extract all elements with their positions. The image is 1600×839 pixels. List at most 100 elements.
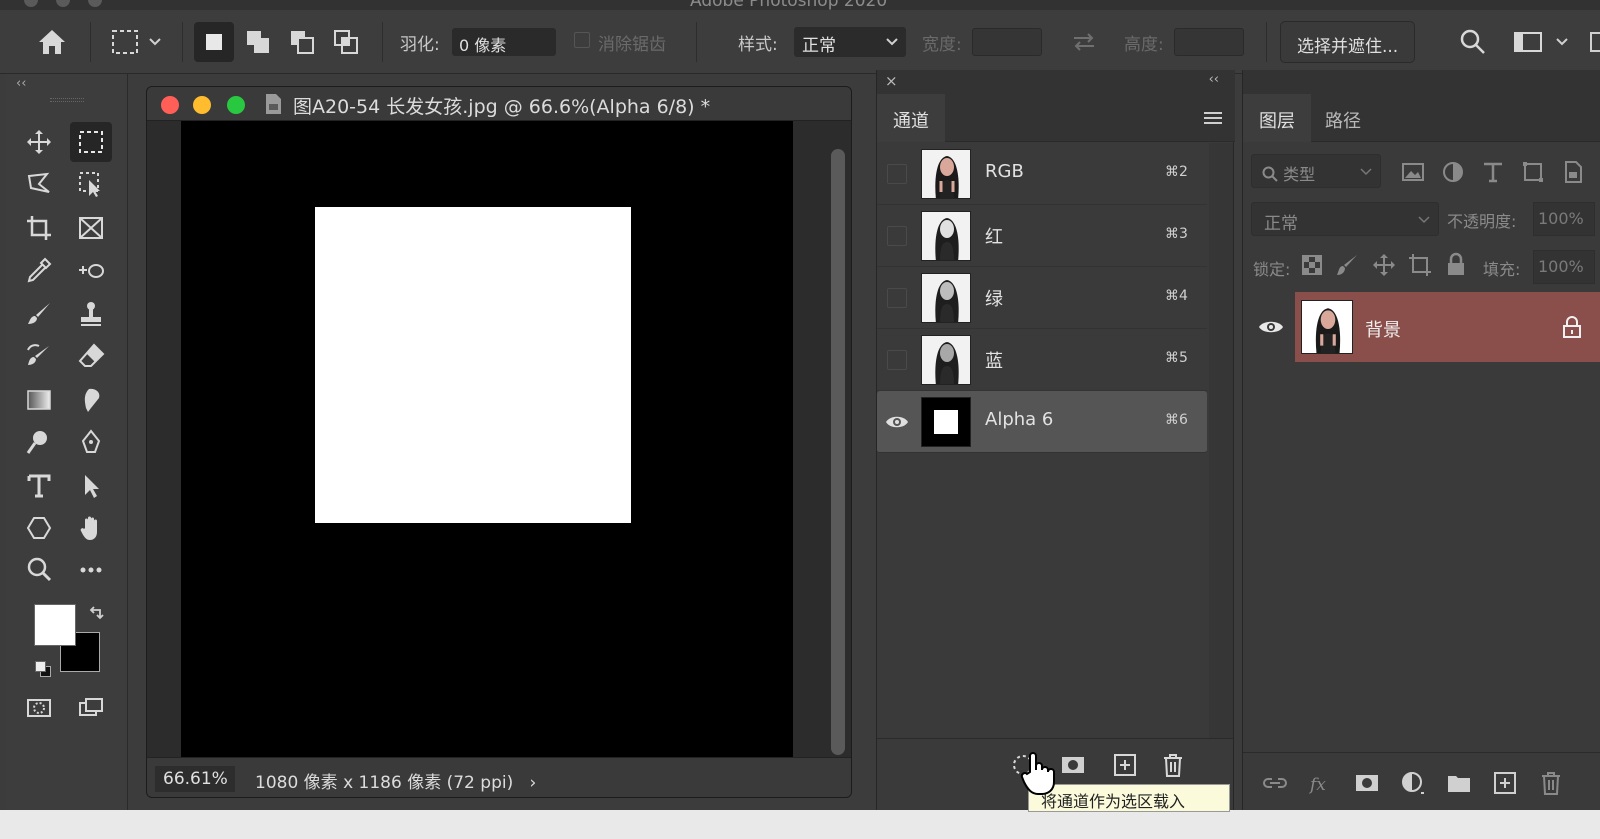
crop-tool[interactable] [18, 208, 60, 248]
visibility-toggle[interactable] [887, 350, 907, 370]
smart-object-filter-icon[interactable] [1561, 160, 1585, 184]
fill-input[interactable]: 100% [1533, 250, 1595, 284]
more-tools[interactable] [70, 550, 112, 590]
antialias-checkbox[interactable] [574, 32, 590, 48]
eyedropper-tool[interactable] [18, 250, 60, 290]
eye-icon[interactable] [884, 411, 910, 433]
visibility-toggle[interactable] [887, 288, 907, 308]
layer-row-background[interactable]: 背景 [1243, 292, 1600, 362]
share-icon[interactable] [1590, 32, 1600, 52]
channels-scrollbar[interactable] [1209, 143, 1233, 783]
save-selection-icon[interactable] [1059, 751, 1087, 779]
intersect-selection-button[interactable] [326, 22, 366, 62]
zoom-window-button[interactable] [88, 0, 102, 7]
doc-close-button[interactable] [161, 96, 179, 114]
move-tool[interactable] [18, 122, 60, 162]
select-and-mask-button[interactable]: 选择并遮住... [1280, 21, 1416, 63]
document-info[interactable]: 1080 像素 x 1186 像素 (72 ppi) › [255, 768, 536, 793]
marquee-preset-picker[interactable] [104, 24, 168, 60]
document-tab[interactable]: 图A20-54 长发女孩.jpg @ 66.6%(Alpha 6/8) * [147, 87, 851, 121]
lock-transparent-icon[interactable] [1299, 252, 1325, 278]
zoom-tool[interactable] [18, 550, 60, 590]
path-selection-tool[interactable] [70, 466, 112, 506]
swap-colors-icon[interactable] [88, 604, 106, 622]
hand-tool[interactable] [70, 508, 112, 548]
tab-layers[interactable]: 图层 [1243, 94, 1311, 142]
close-window-button[interactable] [24, 0, 38, 7]
object-selection-tool[interactable] [70, 164, 112, 204]
eraser-tool[interactable] [70, 336, 112, 376]
home-button[interactable] [32, 24, 72, 60]
smudge-tool[interactable] [70, 380, 112, 420]
pen-tool[interactable] [70, 422, 112, 462]
doc-zoom-button[interactable] [227, 96, 245, 114]
doc-minimize-button[interactable] [193, 96, 211, 114]
foreground-color-swatch[interactable] [34, 604, 76, 646]
tab-paths[interactable]: 路径 [1309, 94, 1377, 142]
lock-position-icon[interactable] [1371, 252, 1397, 278]
tools-grip[interactable] [50, 98, 84, 102]
style-select[interactable]: 正常 [794, 27, 906, 57]
gradient-tool[interactable] [18, 380, 60, 420]
minimize-window-button[interactable] [56, 0, 70, 7]
zoom-level-field[interactable]: 66.61% [155, 766, 235, 792]
scroll-thumb[interactable] [831, 149, 845, 755]
shape-tool[interactable] [18, 508, 60, 548]
tab-channels[interactable]: 通道 [877, 94, 945, 142]
eye-icon[interactable] [1257, 316, 1285, 338]
spot-healing-tool[interactable] [70, 250, 112, 290]
panel-menu-icon[interactable] [1203, 110, 1223, 126]
new-channel-icon[interactable] [1111, 751, 1139, 779]
visibility-toggle[interactable] [887, 164, 907, 184]
lock-artboard-icon[interactable] [1407, 252, 1433, 278]
lock-pixels-icon[interactable] [1335, 252, 1361, 278]
type-filter-icon[interactable] [1481, 160, 1505, 184]
tools-collapse-button[interactable]: ‹‹ [16, 76, 26, 91]
channel-row-rgb[interactable]: RGB ⌘2 [877, 143, 1207, 205]
width-input[interactable] [972, 28, 1042, 56]
trash-icon[interactable] [1159, 751, 1187, 779]
link-layers-icon[interactable] [1261, 769, 1289, 797]
lock-all-icon[interactable] [1443, 252, 1469, 278]
opacity-input[interactable]: 100% [1533, 202, 1595, 236]
adjustment-layer-icon[interactable] [1399, 769, 1427, 797]
canvas[interactable] [181, 121, 793, 757]
folder-icon[interactable] [1445, 769, 1473, 797]
clone-stamp-tool[interactable] [70, 294, 112, 334]
document-vertical-scrollbar[interactable] [829, 121, 845, 757]
adjustment-filter-icon[interactable] [1441, 160, 1465, 184]
layer-filter-select[interactable]: 类型 [1251, 154, 1381, 188]
blend-mode-select[interactable]: 正常 [1251, 202, 1439, 236]
trash-icon[interactable] [1537, 769, 1565, 797]
height-input[interactable] [1174, 28, 1244, 56]
shape-filter-icon[interactable] [1521, 160, 1545, 184]
add-selection-button[interactable] [238, 22, 278, 62]
collapse-icon[interactable]: ‹‹ [1209, 72, 1219, 87]
workspace-switcher[interactable] [1506, 26, 1576, 58]
default-colors-button[interactable] [34, 660, 52, 678]
feather-input[interactable]: 0 像素 [452, 28, 556, 56]
history-brush-tool[interactable] [18, 336, 60, 376]
fx-icon[interactable]: fx [1307, 769, 1335, 797]
search-button[interactable] [1456, 26, 1490, 58]
subtract-selection-button[interactable] [282, 22, 322, 62]
type-tool[interactable] [18, 466, 60, 506]
visibility-toggle[interactable] [887, 226, 907, 246]
frame-tool[interactable] [70, 208, 112, 248]
quick-mask-button[interactable] [18, 688, 60, 728]
lasso-tool[interactable] [18, 164, 60, 204]
new-layer-icon[interactable] [1491, 769, 1519, 797]
channel-row-blue[interactable]: 蓝 ⌘5 [877, 329, 1207, 391]
dodge-tool[interactable] [18, 422, 60, 462]
close-icon[interactable]: × [885, 72, 898, 90]
screen-mode-button[interactable] [70, 688, 112, 728]
channel-row-green[interactable]: 绿 ⌘4 [877, 267, 1207, 329]
channel-row-alpha6[interactable]: Alpha 6 ⌘6 [877, 391, 1207, 453]
swap-dimensions-button[interactable] [1068, 28, 1100, 56]
new-selection-button[interactable] [194, 22, 234, 62]
add-mask-icon[interactable] [1353, 769, 1381, 797]
pixel-filter-icon[interactable] [1401, 160, 1425, 184]
canvas-area[interactable] [147, 121, 851, 757]
channel-row-red[interactable]: 红 ⌘3 [877, 205, 1207, 267]
brush-tool[interactable] [18, 294, 60, 334]
